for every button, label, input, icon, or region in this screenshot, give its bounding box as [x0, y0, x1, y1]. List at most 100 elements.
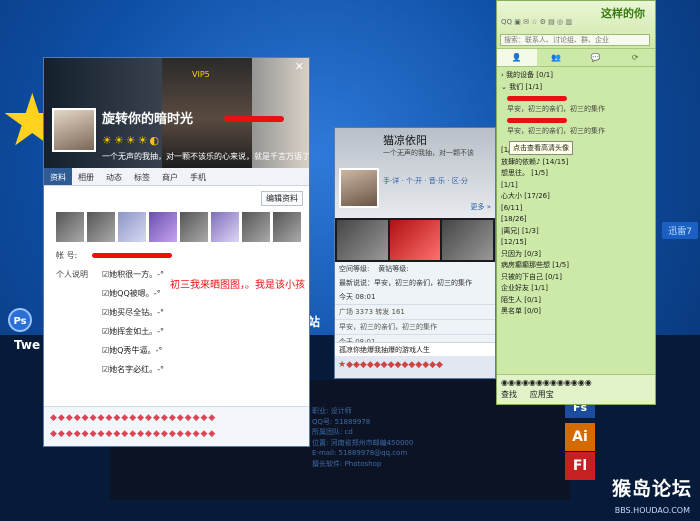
contact-status: 早安，初三的亲们，初三的集作	[507, 127, 605, 135]
screenshot-thumb[interactable]	[389, 220, 441, 260]
screenshot-thumb[interactable]	[337, 220, 388, 260]
avatar-tooltip: 点击查看高清头像	[509, 141, 573, 155]
tab-tags[interactable]: 标签	[128, 168, 156, 185]
profile-signature: 一个无声的我抽，对一颗不该乐的心来说，就是千言万语了。	[102, 152, 310, 161]
tab-recent[interactable]: ⟳	[616, 49, 656, 66]
profile-nickname: 旋转你的暗时光	[102, 112, 194, 127]
search-input[interactable]: 搜索：联系人、讨论组、群、企业	[500, 34, 650, 46]
group-item[interactable]: 陌生人 [0/1]	[497, 295, 655, 307]
intro-item: ☑她QQ被嗯。-°	[102, 289, 161, 298]
profile-info: 帐 号: 个人说明 ☑她积很一方。-° ☑她QQ被嗯。-° ☑她买尽全钻。-° …	[56, 246, 296, 379]
group-item[interactable]: [6/11]	[497, 203, 655, 215]
contact-list: › 我的设备 [0/1] ⌄ 我们 [1/1] 早安，初三的亲们，初三的集作 早…	[497, 67, 655, 318]
group-item[interactable]: |离兄| [1/3]	[497, 226, 655, 238]
screenshot-thumb[interactable]	[442, 220, 494, 260]
redaction-mark	[92, 253, 172, 258]
photo-thumb[interactable]	[149, 212, 177, 242]
profile-line: 位置: 河南省郑州市邮编450000	[312, 438, 414, 447]
profile-signature: 一个无声的我抽，对一颗不该	[383, 149, 474, 157]
flash-icon[interactable]: Fl	[565, 452, 595, 480]
tab-info[interactable]: 资料	[44, 168, 72, 185]
profile-nickname: 猫凉依阳	[383, 134, 427, 147]
illustrator-icon[interactable]: Ai	[565, 423, 595, 451]
group-item[interactable]: 想思往。 [1/5]	[497, 168, 655, 180]
intro-row: ☑她Q秀牛逼。-°	[56, 341, 296, 360]
photo-thumb[interactable]	[56, 212, 84, 242]
photo-strip	[56, 212, 304, 242]
profile-tabs: 资料 相册 动态 标签 商户 手机	[44, 168, 309, 186]
recent-time: 今天 08:01	[339, 293, 376, 301]
profile-menu[interactable]: 手·详 · 个·开 · 音·乐 · 区·分	[383, 176, 468, 186]
avatar[interactable]	[339, 168, 379, 208]
intro-item: ☑她积很一方。-°	[102, 270, 165, 279]
panel-tabs: 👤 👥 💬 ⟳	[497, 49, 655, 67]
vip-badge: VIP5	[192, 70, 210, 79]
level-row: 空间等级: 黄钻等级:	[335, 262, 495, 276]
badge-icons-row[interactable]: ◆◆◆◆◆◆◆◆◆◆◆◆◆◆◆◆◆◆◆◆◆	[50, 410, 303, 426]
xunlei-button[interactable]: 迅雷7	[662, 222, 698, 239]
desktop-profile-block: 职业: 设计师 QQ号: 51889978 所属团队: cd 位置: 河南省郑州…	[312, 406, 413, 469]
edit-profile-button[interactable]: 编辑资料	[261, 191, 303, 206]
qq-level-label: 黄钻等级:	[378, 265, 409, 273]
group-item[interactable]: 心大小 [17/26]	[497, 191, 655, 203]
photo-thumb[interactable]	[211, 212, 239, 242]
tab-contacts[interactable]: 👤	[497, 49, 537, 66]
status-bar[interactable]: 孤凉你绝爆我抽爆的游戏人生	[335, 342, 495, 356]
photo-thumb[interactable]	[273, 212, 301, 242]
group-item[interactable]: [1/1]	[497, 180, 655, 192]
profile-card-main: VIP5 ✕ 旋转你的暗时光 ☀☀☀☀◐ 一个无声的我抽，对一颗不该乐的心来说，…	[43, 57, 310, 447]
avatar[interactable]	[52, 108, 96, 152]
forum-watermark-url: BBS.HOUDAO.COM	[614, 506, 690, 515]
screenshot-strip	[335, 218, 495, 262]
group-item[interactable]: ⌄ 我们 [1/1]	[497, 82, 655, 94]
tab-feed[interactable]: 动态	[100, 168, 128, 185]
intro-label: 个人说明	[56, 270, 88, 279]
group-item[interactable]: [18/26]	[497, 214, 655, 226]
group-item[interactable]: 只被的下自己 [0/1]	[497, 272, 655, 284]
group-item[interactable]: [12/15]	[497, 237, 655, 249]
contact-entry[interactable]	[497, 93, 655, 104]
panel-toolbar[interactable]: QQ ▣ ✉ ☆ ⚙ ▤ ◎ ▥	[501, 18, 572, 26]
profile-line: 擅长软件: Photoshop	[312, 459, 382, 468]
badge-icons-row[interactable]: ◆◆◆◆◆◆◆◆◆◆◆◆◆◆◆◆◆◆◆◆◆	[50, 426, 303, 442]
intro-item: ☑她Q秀牛逼。-°	[102, 346, 163, 355]
contact-status: 早安，初三的亲们，初三的集作	[507, 105, 605, 113]
intro-row: ☑她买尽全钻。-°	[56, 303, 296, 322]
tab-chats[interactable]: 💬	[576, 49, 616, 66]
group-item[interactable]: 企业好友 [1/1]	[497, 283, 655, 295]
badge-icon-bar[interactable]: ★◆◆◆◆◆◆◆◆◆◆◆◆◆◆	[335, 356, 495, 378]
group-item[interactable]: › 我的设备 [0/1]	[497, 70, 655, 82]
tab-shop[interactable]: 商户	[156, 168, 184, 185]
panel-footer: ◉◉◉◉◉◉◉◉◉◉◉◉◉ 查找 应用宝	[497, 374, 655, 404]
profile-banner: VIP5 ✕ 旋转你的暗时光 ☀☀☀☀◐ 一个无声的我抽，对一颗不该乐的心来说，…	[44, 58, 309, 168]
close-icon[interactable]: ✕	[295, 60, 304, 73]
friend-stats: 广场 3373 转发 161	[335, 304, 495, 319]
redaction-mark	[507, 117, 567, 123]
panel-title: 这样的你	[601, 7, 645, 20]
contact-panel: 这样的你 QQ ▣ ✉ ☆ ⚙ ▤ ◎ ▥ 搜索：联系人、讨论组、群、企业 👤 …	[496, 0, 656, 405]
tab-groups[interactable]: 👥	[537, 49, 577, 66]
plugin-icons[interactable]: ◉◉◉◉◉◉◉◉◉◉◉◉◉	[501, 378, 651, 387]
tab-album[interactable]: 相册	[72, 168, 100, 185]
group-item[interactable]: 病房癫癫那些想 [1/5]	[497, 260, 655, 272]
redaction-mark	[507, 95, 567, 101]
tab-mobile[interactable]: 手机	[184, 168, 212, 185]
panel-header: 这样的你 QQ ▣ ✉ ☆ ⚙ ▤ ◎ ▥ 搜索：联系人、讨论组、群、企业	[497, 1, 655, 49]
photo-thumb[interactable]	[87, 212, 115, 242]
group-item[interactable]: 只因为 [0/3]	[497, 249, 655, 261]
app-store-button[interactable]: 应用宝	[530, 390, 554, 399]
group-item[interactable]: 黑名单 [0/0]	[497, 306, 655, 318]
profile-line: 所属团队: cd	[312, 428, 353, 436]
contact-entry[interactable]	[497, 115, 655, 126]
space-level-label: 空间等级:	[339, 265, 370, 273]
photoshop-icon[interactable]: Ps	[8, 308, 32, 332]
profile-card-secondary: 猫凉依阳 一个无声的我抽，对一颗不该 手·详 · 个·开 · 音·乐 · 区·分…	[334, 127, 496, 379]
intro-row: ☑她挥金如土。-°	[56, 322, 296, 341]
find-button[interactable]: 查找	[501, 390, 517, 399]
photo-thumb[interactable]	[242, 212, 270, 242]
photo-thumb[interactable]	[180, 212, 208, 242]
group-item[interactable]: 放肆的依赖♪ [14/15]	[497, 157, 655, 169]
more-link[interactable]: 更多 »	[470, 202, 491, 212]
photo-thumb[interactable]	[118, 212, 146, 242]
recent-post: 最新说说：早安，初三的亲们，初三的集作	[339, 279, 472, 287]
